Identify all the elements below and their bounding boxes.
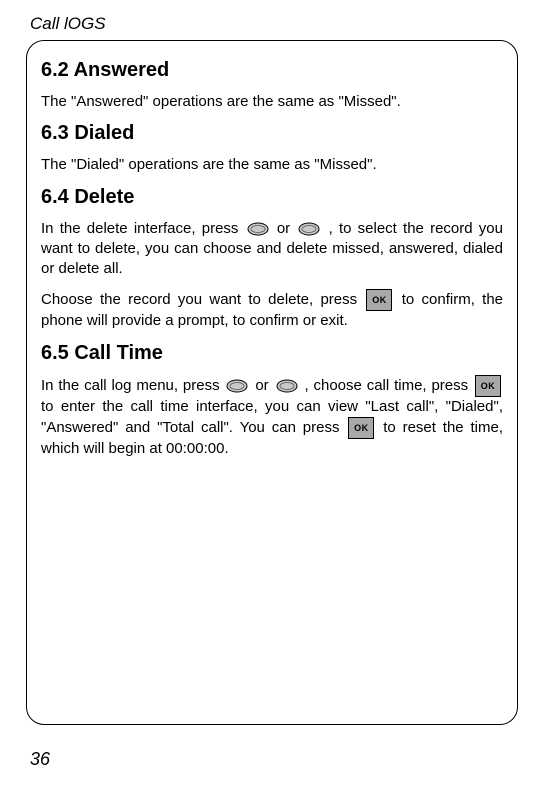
text: In the delete interface, press xyxy=(41,220,238,237)
heading-6-4: 6.4 Delete xyxy=(41,186,503,209)
paragraph-6-5: In the call log menu, press or , choose … xyxy=(41,375,503,460)
paragraph-6-4-2: Choose the record you want to delete, pr… xyxy=(41,289,503,331)
down-oval-icon xyxy=(298,222,320,236)
content-frame: 6.2 Answered The "Answered" operations a… xyxy=(26,40,518,725)
heading-6-5: 6.5 Call Time xyxy=(41,342,503,365)
heading-6-3: 6.3 Dialed xyxy=(41,122,503,145)
text: , choose call time, press xyxy=(304,376,468,393)
page-number: 36 xyxy=(30,749,50,770)
text: or xyxy=(255,376,268,393)
heading-6-2: 6.2 Answered xyxy=(41,59,503,82)
up-oval-icon xyxy=(247,222,269,236)
ok-button-icon xyxy=(475,375,501,397)
paragraph-6-2: The "Answered" operations are the same a… xyxy=(41,92,503,112)
up-oval-icon xyxy=(226,379,248,393)
text: Choose the record you want to delete, pr… xyxy=(41,291,364,308)
text: or xyxy=(277,220,290,237)
down-oval-icon xyxy=(276,379,298,393)
paragraph-6-3: The "Dialed" operations are the same as … xyxy=(41,155,503,175)
ok-button-icon xyxy=(366,289,392,311)
paragraph-6-4-1: In the delete interface, press or , to s… xyxy=(41,219,503,280)
ok-button-icon xyxy=(348,417,374,439)
page-header: Call lOGS xyxy=(0,0,545,34)
text: In the call log menu, press xyxy=(41,376,220,393)
